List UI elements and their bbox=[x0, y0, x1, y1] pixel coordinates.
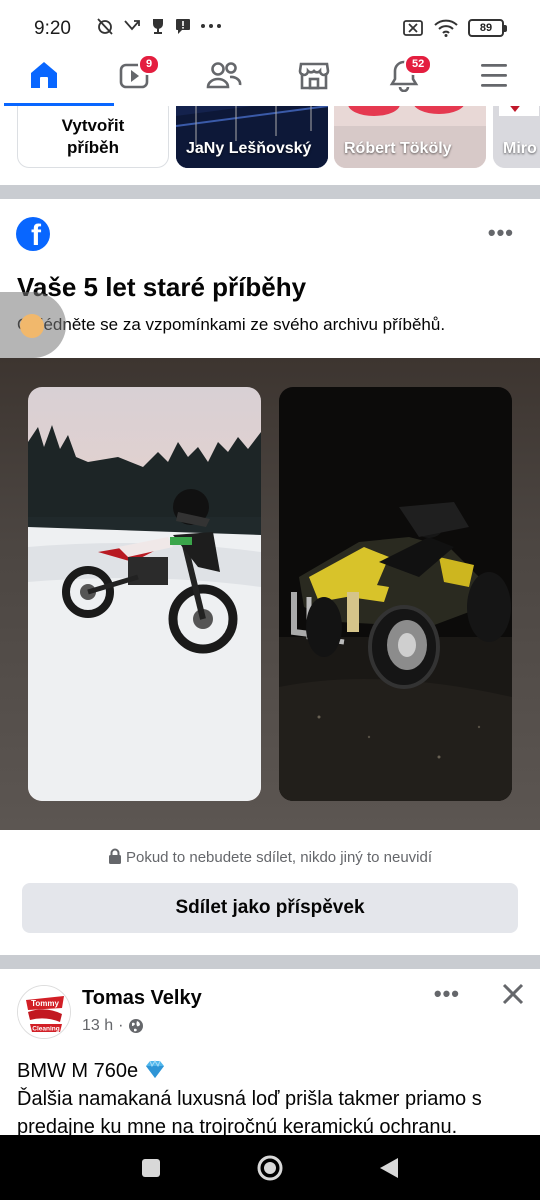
post-text-line2: Ďalšia namakaná luxusná loď prišla takme… bbox=[17, 1088, 482, 1135]
video-badge: 9 bbox=[138, 54, 161, 75]
section-divider bbox=[0, 955, 540, 969]
memories-card: f ••• Vaše 5 let staré příběhy Ohlédněte… bbox=[0, 200, 540, 955]
nav-video-tab[interactable]: 9 bbox=[104, 54, 164, 106]
nav-friends-tab[interactable] bbox=[194, 56, 254, 106]
alarm-off-icon bbox=[97, 18, 113, 35]
lock-icon bbox=[108, 848, 121, 864]
memory-photo-atv[interactable] bbox=[279, 387, 512, 801]
system-navigation-bar bbox=[0, 1135, 540, 1200]
author-avatar[interactable]: Tommy Cleaning bbox=[17, 985, 71, 1039]
memory-photo-dirtbike[interactable] bbox=[28, 387, 261, 801]
facebook-logo-icon: f bbox=[16, 217, 50, 251]
more-options-icon[interactable]: ••• bbox=[488, 220, 514, 246]
memories-photo-panel[interactable] bbox=[0, 358, 540, 830]
create-story-card[interactable]: Vytvořit příběh bbox=[17, 106, 169, 168]
post-time[interactable]: 13 h bbox=[82, 1017, 113, 1035]
create-story-label-2: příběh bbox=[67, 138, 119, 157]
nav-menu-tab[interactable] bbox=[464, 56, 524, 106]
story-thumbnail bbox=[176, 106, 328, 168]
friends-icon bbox=[206, 62, 242, 89]
floating-chat-head[interactable] bbox=[0, 292, 66, 358]
more-notifications-icon bbox=[201, 24, 221, 28]
story-name: Miro bbox=[503, 140, 537, 157]
atv-photo bbox=[279, 387, 512, 801]
post-meta: 13 h · bbox=[82, 1017, 144, 1035]
status-time: 9:20 bbox=[34, 18, 71, 39]
story-card[interactable]: JaNy Lešňovský bbox=[176, 106, 328, 168]
create-story-label-1: Vytvořit bbox=[61, 116, 125, 135]
nav-home-tab[interactable] bbox=[14, 56, 74, 106]
post-author[interactable]: Tomas Velky bbox=[82, 987, 202, 1010]
home-button[interactable] bbox=[256, 1154, 284, 1187]
status-bar: 9:20 89 bbox=[0, 0, 540, 56]
story-name: JaNy Lešňovský bbox=[186, 140, 312, 157]
home-icon bbox=[31, 62, 57, 88]
back-button[interactable] bbox=[378, 1156, 400, 1185]
privacy-note: Pokud to nebudete sdílet, nikdo jiný to … bbox=[0, 848, 540, 866]
post-text-line1: BMW M 760e bbox=[17, 1060, 139, 1082]
recents-icon bbox=[142, 1159, 160, 1177]
nav-notifications-tab[interactable]: 52 bbox=[374, 54, 434, 106]
stories-row: Vytvořit příběh JaNy Lešňovský Róbert Tök… bbox=[0, 106, 540, 184]
memories-subtitle: Ohlédněte se za vzpomínkami ze svého arc… bbox=[17, 315, 446, 334]
meta-separator: · bbox=[118, 1017, 124, 1034]
chat-head-avatar bbox=[20, 314, 44, 338]
svg-text:Tommy: Tommy bbox=[31, 999, 59, 1008]
dirtbike-photo bbox=[28, 387, 261, 801]
post-body: BMW M 760e Ďalšia namakaná luxusná loď p… bbox=[17, 1057, 527, 1135]
section-divider bbox=[0, 185, 540, 199]
back-triangle-icon bbox=[380, 1158, 398, 1178]
missed-call-icon bbox=[124, 20, 140, 31]
hamburger-menu-icon bbox=[481, 64, 507, 87]
hide-post-button[interactable] bbox=[500, 981, 526, 1012]
privacy-note-text: Pokud to nebudete sdílet, nikdo jiný to … bbox=[125, 849, 433, 866]
home-circle-icon bbox=[257, 1155, 283, 1181]
nav-marketplace-tab[interactable] bbox=[284, 56, 344, 106]
story-card[interactable]: Róbert Tököly bbox=[334, 106, 486, 168]
top-nav-bar: 9 52 bbox=[0, 54, 540, 106]
wifi-icon bbox=[434, 19, 458, 37]
recents-button[interactable] bbox=[141, 1158, 161, 1183]
message-alert-icon bbox=[176, 19, 190, 34]
memories-title: Vaše 5 let staré příběhy bbox=[17, 272, 307, 302]
diamond-emoji-icon bbox=[145, 1060, 164, 1078]
story-name: Róbert Tököly bbox=[344, 140, 452, 157]
battery-level: 89 bbox=[479, 22, 493, 34]
story-thumbnail bbox=[493, 106, 540, 168]
sim-off-icon bbox=[403, 20, 423, 36]
author-logo: Tommy Cleaning bbox=[18, 986, 70, 1038]
trophy-icon bbox=[153, 19, 163, 34]
share-as-post-button[interactable]: Sdílet jako příspěvek bbox=[22, 883, 518, 933]
story-card[interactable]: Miro bbox=[493, 106, 540, 168]
status-notification-icons bbox=[96, 17, 222, 35]
globe-icon bbox=[129, 1019, 144, 1033]
battery-indicator: 89 bbox=[468, 19, 507, 37]
status-system-icons: 89 bbox=[402, 19, 507, 37]
feed-post: Tommy Cleaning Tomas Velky 13 h · ••• BM… bbox=[0, 969, 540, 1135]
close-icon bbox=[502, 983, 524, 1005]
svg-text:Cleaning: Cleaning bbox=[32, 1026, 59, 1033]
marketplace-icon bbox=[298, 62, 330, 90]
post-more-options-icon[interactable]: ••• bbox=[434, 981, 460, 1007]
notifications-badge: 52 bbox=[404, 54, 433, 75]
story-thumbnail bbox=[334, 106, 486, 168]
